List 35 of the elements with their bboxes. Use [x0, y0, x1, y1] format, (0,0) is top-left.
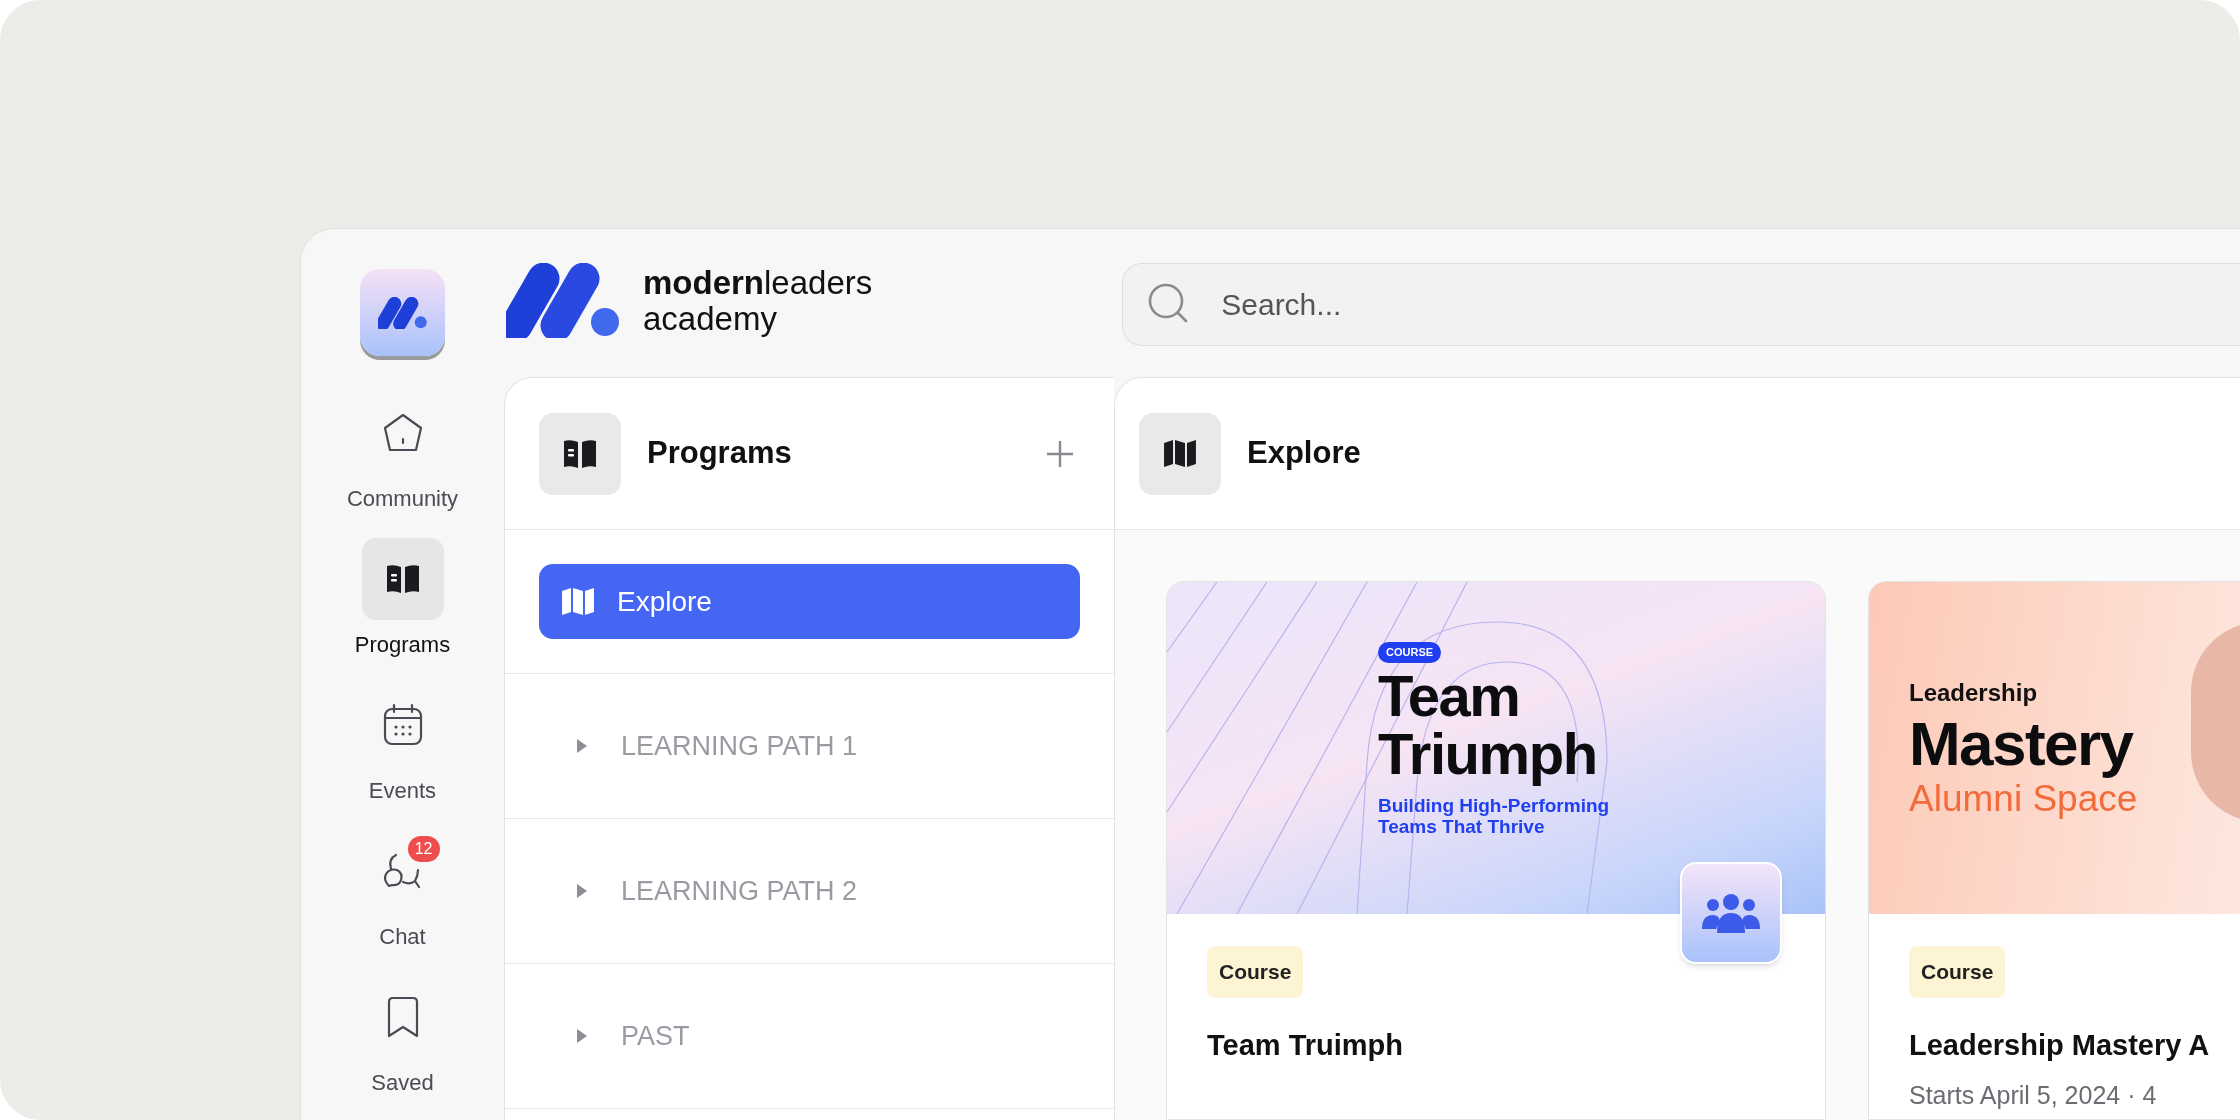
brand-logo-icon: [506, 263, 621, 338]
banner-kicker: Leadership: [1909, 678, 2039, 708]
banner-title: Mastery: [1909, 711, 2135, 777]
map-icon: [561, 587, 595, 616]
course-tag: COURSE: [1378, 642, 1442, 663]
rail-item[interactable]: Programs: [342, 538, 463, 661]
rail-item[interactable]: Saved: [342, 976, 463, 1099]
explore-nav-item[interactable]: Explore: [539, 564, 1080, 639]
course-card[interactable]: Leadership Mastery Alumni Space Course Leadership Mastery A Starts April 5, 2024 · 4: [1868, 581, 2240, 1120]
brand-subtitle: academy: [643, 300, 778, 337]
book-icon: [562, 437, 598, 470]
caret-icon: [575, 738, 589, 754]
course-card[interactable]: COURSE Team Triumph Building High-Performing Teams That Thrive Course Team Truimph: [1166, 581, 1826, 1120]
course-title: Leadership Mastery A: [1909, 1027, 2210, 1063]
course-badge: Course: [1207, 946, 1304, 998]
banner-subtitle: Building High-Performing Teams That Thrive: [1378, 794, 1611, 837]
caret-icon: [575, 883, 589, 899]
rail-item[interactable]: 12 Chat: [342, 830, 463, 953]
caret-icon: [575, 1028, 589, 1044]
banner-subtitle: Alumni Space: [1909, 778, 2138, 821]
panel-title: Explore: [1247, 434, 1361, 473]
map-icon: [1163, 439, 1197, 468]
course-badge: Course: [1909, 946, 2006, 998]
rail-item[interactable]: Events: [342, 684, 463, 807]
search-field[interactable]: Search...: [1122, 263, 2240, 346]
course-title: Team Truimph: [1207, 1027, 1404, 1063]
panel-title: Programs: [647, 434, 792, 473]
logo-mark-icon: [377, 296, 428, 329]
people-group-icon: [1700, 893, 1762, 933]
unread-badge: 12: [407, 836, 440, 862]
course-meta: Starts April 5, 2024 · 4: [1909, 1080, 2157, 1111]
rail-item[interactable]: Community: [342, 392, 463, 515]
book-icon: [384, 563, 421, 595]
plus-icon: [1045, 438, 1075, 469]
brand-name: modernleaders: [643, 264, 873, 301]
